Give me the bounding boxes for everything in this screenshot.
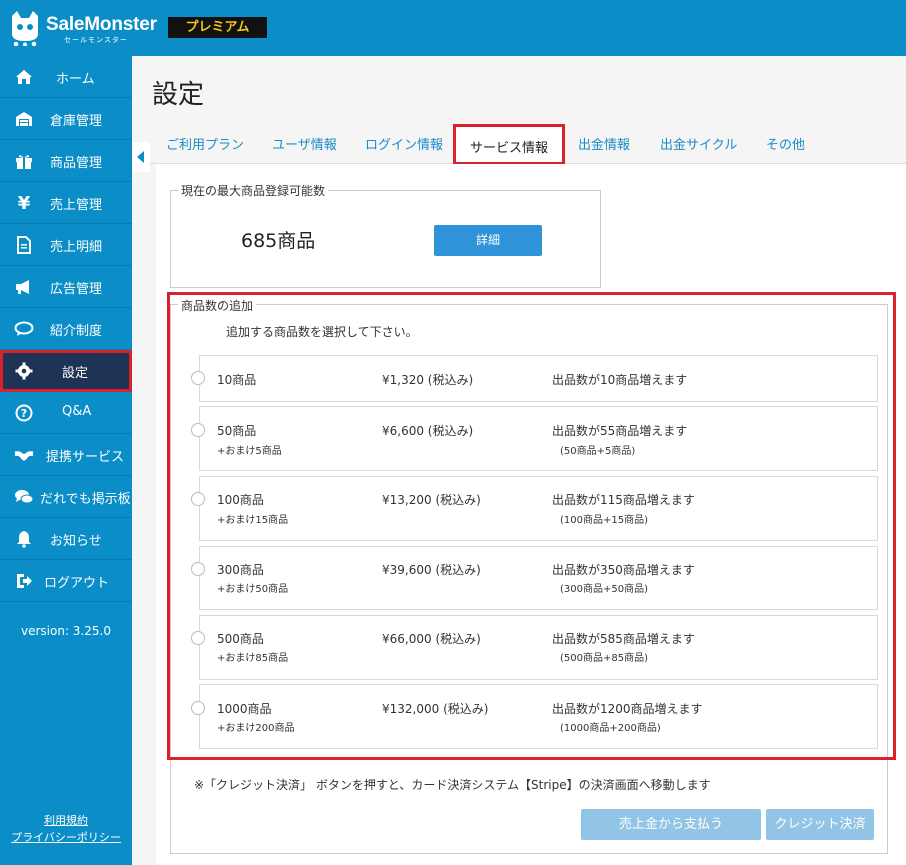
sidebar: ホーム 倉庫管理 商品管理 ¥ 売上管理 売上明細 広告管理 紹介制度 設定 ?…	[0, 56, 132, 865]
sidebar-item-referral[interactable]: 紹介制度	[0, 308, 132, 350]
sidebar-item-label: 売上明細	[50, 240, 103, 255]
gift-icon	[14, 151, 34, 171]
bell-icon	[14, 529, 34, 549]
sidebar-item-label: ホーム	[56, 72, 95, 87]
comments-icon	[14, 487, 34, 507]
megaphone-icon	[14, 277, 34, 297]
sidebar-collapse-toggle[interactable]	[132, 142, 150, 172]
sidebar-item-partner[interactable]: 提携サービス	[0, 434, 132, 476]
tab-login-info[interactable]: ログイン情報	[365, 134, 443, 153]
detail-button[interactable]: 詳細	[434, 225, 542, 256]
version-label: version: 3.25.0	[21, 624, 111, 638]
document-icon	[14, 235, 34, 255]
warehouse-icon	[14, 109, 34, 129]
brand-subtitle: セールモンスター	[64, 36, 128, 44]
cat-logo-icon	[12, 11, 38, 46]
sidebar-item-label: 設定	[62, 366, 89, 381]
sidebar-item-label: だれでも掲示板	[40, 492, 131, 507]
speech-bubble-icon	[14, 319, 34, 339]
sidebar-item-home[interactable]: ホーム	[0, 56, 132, 98]
sidebar-item-products[interactable]: 商品管理	[0, 140, 132, 182]
sidebar-item-ads[interactable]: 広告管理	[0, 266, 132, 308]
sidebar-item-label: Q&A	[62, 404, 92, 419]
sidebar-item-news[interactable]: お知らせ	[0, 518, 132, 560]
sidebar-item-label: 紹介制度	[50, 324, 103, 339]
sidebar-item-label: ログアウト	[44, 576, 110, 591]
brand-name: SaleMonster	[46, 14, 157, 35]
sidebar-item-label: 倉庫管理	[50, 114, 103, 129]
tab-withdrawal-info[interactable]: 出金情報	[578, 134, 630, 153]
tab-user-info[interactable]: ユーザ情報	[272, 134, 337, 153]
payment-note: ※「クレジット決済」 ボタンを押すと、カード決済システム【Stripe】の決済画…	[194, 778, 711, 792]
logout-icon	[14, 571, 34, 591]
top-bar: SaleMonster セールモンスター プレミアム	[0, 0, 906, 56]
sidebar-item-label: 提携サービス	[46, 450, 125, 465]
credit-payment-button[interactable]: クレジット決済	[766, 809, 874, 840]
terms-link[interactable]: 利用規約	[0, 812, 132, 828]
settings-tabs: ご利用プラン ユーザ情報 ログイン情報 サービス情報 出金情報 出金サイクル そ…	[150, 124, 906, 165]
tab-plan[interactable]: ご利用プラン	[166, 134, 244, 153]
pay-from-sales-button[interactable]: 売上金から支払う	[581, 809, 761, 840]
sidebar-item-sales[interactable]: ¥ 売上管理	[0, 182, 132, 224]
current-limit-count: 685商品	[241, 230, 316, 252]
sidebar-item-warehouse[interactable]: 倉庫管理	[0, 98, 132, 140]
chevron-left-icon	[137, 151, 144, 163]
sidebar-item-label: お知らせ	[50, 534, 102, 549]
privacy-policy-link[interactable]: プライバシーポリシー	[0, 829, 132, 845]
home-icon	[14, 67, 34, 87]
sidebar-item-label: 商品管理	[50, 156, 103, 171]
sidebar-item-settings[interactable]: 設定	[0, 350, 132, 392]
sidebar-item-sales-detail[interactable]: 売上明細	[0, 224, 132, 266]
sidebar-item-label: 売上管理	[50, 198, 103, 213]
yen-icon: ¥	[17, 192, 31, 214]
page-title: 設定	[152, 80, 205, 110]
question-icon: ?	[14, 403, 34, 423]
sidebar-item-label: 広告管理	[50, 282, 103, 297]
handshake-icon	[14, 445, 34, 465]
sidebar-item-logout[interactable]: ログアウト	[0, 560, 132, 602]
current-limit-legend: 現在の最大商品登録可能数	[178, 182, 329, 199]
sidebar-item-board[interactable]: だれでも掲示板	[0, 476, 132, 518]
highlight-frame	[167, 292, 896, 760]
tab-service-info[interactable]: サービス情報	[453, 124, 566, 165]
tab-withdrawal-cycle[interactable]: 出金サイクル	[660, 134, 737, 153]
svg-text:?: ?	[21, 407, 27, 420]
premium-badge: プレミアム	[168, 17, 267, 38]
tab-other[interactable]: その他	[766, 134, 805, 153]
gear-icon	[14, 361, 34, 381]
logo[interactable]: SaleMonster セールモンスター	[8, 10, 163, 48]
sidebar-item-qa[interactable]: ? Q&A	[0, 392, 132, 434]
